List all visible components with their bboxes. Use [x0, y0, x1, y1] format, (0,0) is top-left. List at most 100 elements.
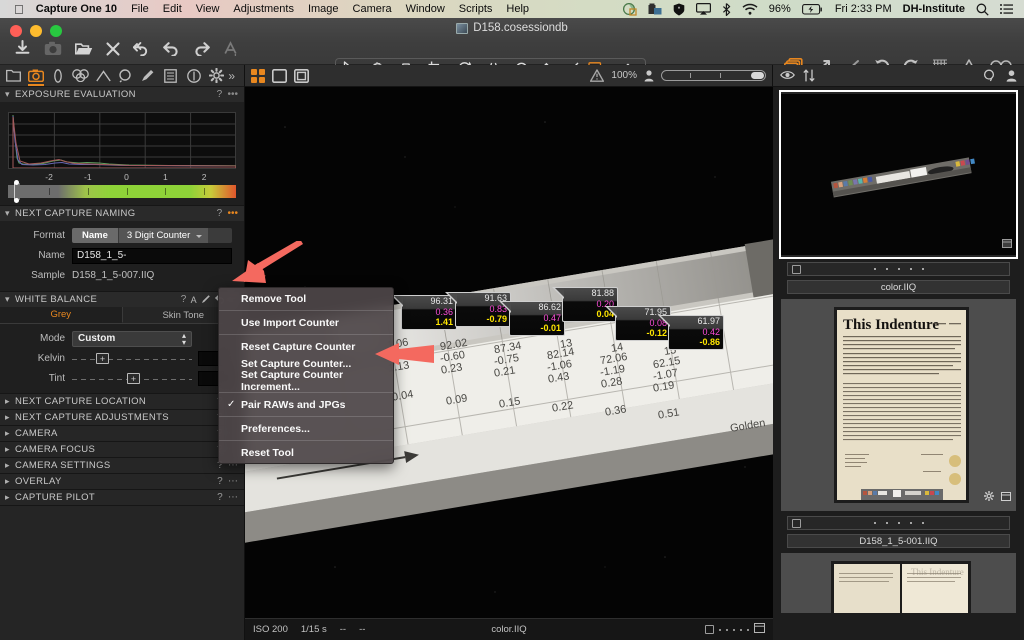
user-name-label[interactable]: DH-Institute — [903, 3, 965, 15]
undo-icon[interactable] — [163, 41, 180, 56]
thumbnail-item-book[interactable]: This Indenture — [773, 548, 1024, 613]
thumbnail-image-document[interactable]: This Indenture — [781, 299, 1016, 511]
capture-pilot-header[interactable]: ▸ CAPTURE PILOT ? ⋯ — [0, 490, 244, 505]
format-token-counter[interactable]: 3 Digit Counter — [118, 228, 209, 243]
menubar-item-edit[interactable]: Edit — [163, 3, 182, 15]
open-folder-icon[interactable] — [75, 42, 93, 56]
thumbnail-image-color[interactable] — [779, 90, 1018, 259]
help-icon[interactable]: ? — [217, 208, 223, 219]
chevron-right-icon[interactable]: ▸ — [5, 492, 15, 503]
next-capture-naming-menu-dots[interactable]: ••• — [227, 208, 238, 219]
white-balance-header[interactable]: ▾ WHITE BALANCE ? A — [0, 292, 244, 307]
panel-menu-dots[interactable]: ⋯ — [228, 476, 238, 487]
menu-item-reset-tool[interactable]: Reset Tool — [219, 444, 393, 461]
more-tools-button[interactable]: » — [228, 69, 241, 83]
tab-grey[interactable]: Grey — [0, 307, 123, 323]
tint-slider[interactable]: + — [72, 371, 192, 387]
bluetooth-icon[interactable] — [722, 2, 731, 16]
color-tab[interactable] — [71, 65, 92, 86]
capture-tab[interactable] — [26, 65, 47, 86]
menubar-item-help[interactable]: Help — [506, 3, 529, 15]
settings-tab[interactable] — [206, 65, 227, 86]
chevron-down-icon[interactable]: ▾ — [5, 89, 15, 100]
user-icon[interactable] — [1006, 69, 1017, 82]
help-icon[interactable]: ? — [181, 294, 187, 305]
import-icon[interactable] — [14, 40, 31, 57]
star-rating[interactable] — [719, 628, 749, 631]
mode-select[interactable]: Custom ▴ ▾ — [72, 330, 192, 347]
color-readout-3[interactable]: 86.62 0.47 -0.01 — [499, 301, 565, 336]
wifi-icon[interactable] — [742, 3, 758, 15]
undo-all-icon[interactable] — [133, 41, 150, 56]
chevron-down-icon[interactable]: ▾ — [5, 208, 15, 219]
menu-item-remove-tool[interactable]: Remove Tool — [219, 290, 393, 307]
zoom-slider-knob[interactable] — [751, 72, 764, 79]
star-rating[interactable] — [788, 268, 1009, 270]
menubar-item-window[interactable]: Window — [406, 3, 445, 15]
zoom-out-person-icon[interactable] — [644, 69, 654, 82]
chevron-right-icon[interactable]: ▸ — [5, 412, 15, 423]
menu-item-preferences[interactable]: Preferences... — [219, 420, 393, 437]
next-capture-adjustments-header[interactable]: ▸ NEXT CAPTURE ADJUSTMENTS ? ⋯ — [0, 410, 244, 425]
airplay-icon[interactable] — [695, 3, 711, 15]
thumbnail-image-book[interactable]: This Indenture — [781, 553, 1016, 613]
menubar-item-file[interactable]: File — [131, 3, 149, 15]
thumbnail-item-document[interactable]: This Indenture D158_1_5-001.IIQ — [773, 294, 1024, 548]
thumbnail-list[interactable]: color.IIQ This Indenture D158_1_5-001.II… — [773, 87, 1024, 640]
chevron-right-icon[interactable]: ▸ — [5, 444, 15, 455]
close-icon[interactable] — [106, 41, 120, 56]
menu-item-use-import-counter[interactable]: Use Import Counter — [219, 314, 393, 331]
zoom-slider[interactable] — [661, 70, 766, 81]
kelvin-slider[interactable]: + — [72, 351, 192, 367]
output-tab[interactable] — [183, 65, 204, 86]
camera-header[interactable]: ▸ CAMERA ? ⋯ — [0, 426, 244, 441]
panel-menu-dots[interactable]: ⋯ — [228, 492, 238, 503]
exposure-evaluation-header[interactable]: ▾ EXPOSURE EVALUATION ? ••• — [0, 87, 244, 102]
color-tag-swatch[interactable] — [705, 625, 714, 634]
exposure-warning-bar[interactable] — [8, 180, 236, 203]
overlay-header[interactable]: ▸ OVERLAY ? ⋯ — [0, 474, 244, 489]
camera-settings-header[interactable]: ▸ CAMERA SETTINGS ? ⋯ — [0, 458, 244, 473]
help-icon[interactable]: ? — [217, 476, 223, 487]
metadata-tab[interactable] — [161, 65, 182, 86]
format-token-name[interactable]: Name — [72, 228, 119, 243]
help-icon[interactable]: ? — [217, 492, 223, 503]
sort-icon[interactable] — [803, 69, 815, 82]
auto-adjust-icon[interactable]: A — [191, 295, 197, 305]
picker-icon[interactable] — [201, 294, 211, 306]
next-capture-naming-header[interactable]: ▾ NEXT CAPTURE NAMING ? ••• — [0, 206, 244, 221]
next-capture-location-header[interactable]: ▸ NEXT CAPTURE LOCATION ? ⋯ — [0, 394, 244, 409]
format-token-bar[interactable]: Name 3 Digit Counter — [72, 228, 232, 243]
chevron-right-icon[interactable]: ▸ — [5, 476, 15, 487]
backup-icon[interactable] — [648, 3, 662, 15]
camera-focus-header[interactable]: ▸ CAMERA FOCUS ? ⋯ — [0, 442, 244, 457]
lens-tab[interactable] — [48, 65, 69, 86]
details-tab[interactable] — [116, 65, 137, 86]
metadata-panel-icon[interactable] — [754, 623, 765, 636]
menubar-item-camera[interactable]: Camera — [353, 3, 392, 15]
thumbnail-item-color[interactable]: color.IIQ — [773, 87, 1024, 294]
star-rating[interactable] — [788, 522, 1009, 524]
apple-menu-icon[interactable]:  — [14, 3, 24, 16]
thumbnail-settings-icon[interactable] — [983, 488, 995, 506]
chevron-down-icon[interactable]: ▾ — [5, 294, 15, 305]
library-tab[interactable] — [3, 65, 24, 86]
menubar-item-adjustments[interactable]: Adjustments — [233, 3, 294, 15]
menu-item-pair-raws-and-jpgs[interactable]: ✓ Pair RAWs and JPGs — [219, 396, 393, 413]
notification-center-icon[interactable] — [1000, 3, 1014, 15]
clock-label[interactable]: Fri 2:33 PM — [835, 3, 892, 15]
spotlight-search-icon[interactable] — [976, 3, 989, 16]
capture-icon[interactable] — [44, 41, 62, 56]
menubar-item-view[interactable]: View — [196, 3, 220, 15]
chevron-right-icon[interactable]: ▸ — [5, 396, 15, 407]
menubar-app-name[interactable]: Capture One 10 — [36, 3, 117, 15]
proof-view-icon[interactable] — [294, 68, 309, 83]
name-input[interactable]: D158_1_5- — [72, 247, 232, 264]
search-icon[interactable] — [983, 69, 997, 82]
battery-icon[interactable] — [801, 3, 824, 15]
text-annotation-icon[interactable] — [223, 40, 239, 57]
color-readout-6[interactable]: 61.97 0.42 -0.86 — [658, 315, 724, 350]
adjustments-tab[interactable] — [138, 65, 159, 86]
menu-item-set-capture-counter-increment[interactable]: Set Capture Counter Increment... — [219, 369, 393, 393]
single-view-icon[interactable] — [272, 68, 287, 83]
